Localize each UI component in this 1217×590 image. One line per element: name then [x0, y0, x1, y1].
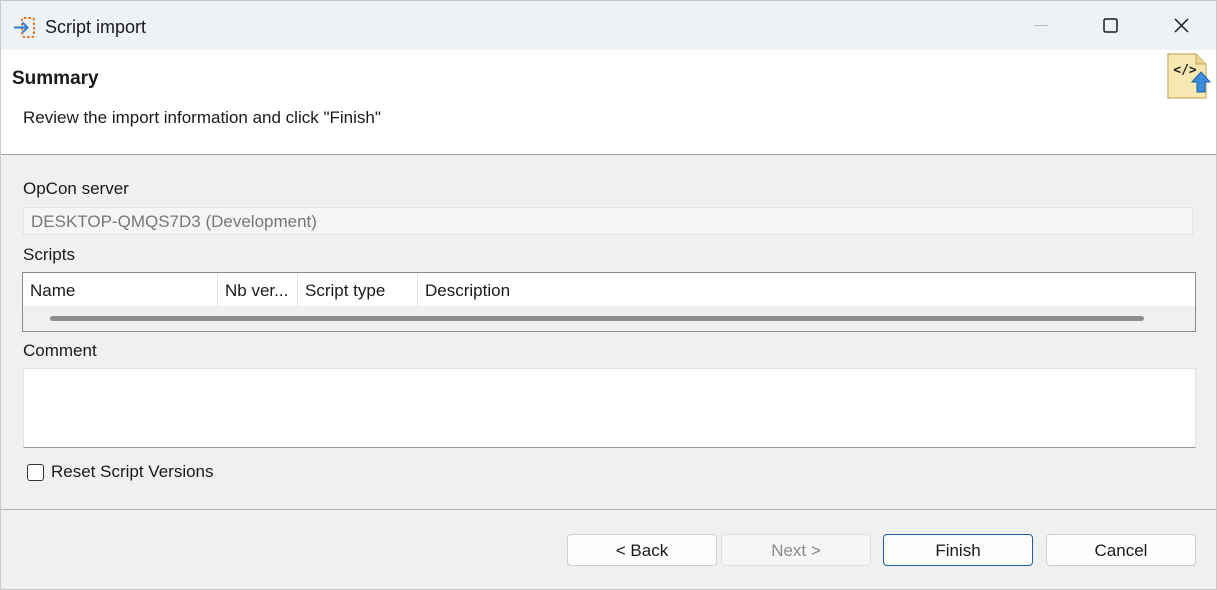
column-header-nb-versions[interactable]: Nb ver... — [218, 273, 298, 306]
page-description: Review the import information and click … — [23, 108, 381, 127]
server-field: DESKTOP-QMQS7D3 (Development) — [23, 207, 1193, 235]
back-button[interactable]: < Back — [567, 534, 717, 566]
reset-versions-checkbox[interactable] — [27, 463, 44, 481]
wizard-banner: Summary Review the import information an… — [1, 50, 1216, 155]
script-import-dialog: Script import Summary Review the import … — [0, 0, 1217, 590]
scripts-table[interactable]: Name Nb ver... Script type Description — [22, 272, 1196, 332]
import-arrow-icon — [14, 17, 35, 38]
close-icon — [1173, 18, 1189, 33]
column-header-description[interactable]: Description — [418, 273, 1194, 306]
column-header-name[interactable]: Name — [23, 273, 218, 306]
reset-versions-label[interactable]: Reset Script Versions — [51, 462, 214, 482]
footer-divider — [1, 509, 1216, 510]
column-header-script-type[interactable]: Script type — [298, 273, 418, 306]
cancel-button[interactable]: Cancel — [1046, 534, 1196, 566]
reset-versions-option[interactable]: Reset Script Versions — [27, 461, 214, 483]
script-import-icon: </> — [1167, 53, 1212, 99]
finish-button[interactable]: Finish — [883, 534, 1033, 566]
scripts-label: Scripts — [23, 245, 75, 264]
maximize-icon — [1102, 18, 1118, 33]
window-title: Script import — [45, 17, 147, 37]
comment-label: Comment — [23, 341, 97, 360]
svg-text:</>: </> — [1173, 63, 1197, 78]
server-label: OpCon server — [23, 179, 129, 198]
minimize-button[interactable] — [1006, 1, 1076, 50]
title-bar[interactable]: Script import — [1, 1, 1216, 50]
minimize-icon — [1034, 24, 1048, 26]
horizontal-scrollbar[interactable] — [50, 316, 1144, 321]
next-button[interactable]: Next > — [721, 534, 871, 566]
close-button[interactable] — [1146, 1, 1216, 50]
page-title: Summary — [12, 68, 99, 89]
comment-textarea[interactable] — [23, 368, 1196, 448]
table-header: Name Nb ver... Script type Description — [23, 273, 1195, 306]
maximize-button[interactable] — [1075, 1, 1145, 50]
